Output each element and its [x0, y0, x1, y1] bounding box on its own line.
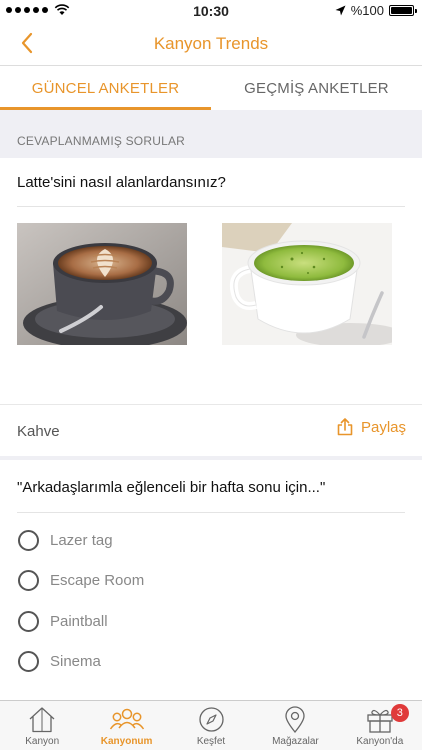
bottom-tab-bar: Kanyon Kanyonum Keşfet Mağazalar 3 Kanyo…: [0, 700, 422, 750]
location-arrow-icon: [335, 5, 346, 16]
radio-button[interactable]: [18, 530, 39, 551]
status-bar: 10:30 %100: [0, 0, 422, 22]
tabbar-label: Keşfet: [196, 736, 226, 747]
radio-button[interactable]: [18, 570, 39, 591]
radio-button[interactable]: [18, 651, 39, 672]
divider: [17, 206, 405, 207]
share-button[interactable]: Paylaş: [337, 418, 406, 436]
latte-art-coffee-image[interactable]: [17, 223, 187, 345]
radio-button[interactable]: [18, 611, 39, 632]
map-pin-icon: [285, 706, 306, 733]
battery-icon: [389, 5, 417, 16]
poll-option[interactable]: Lazer tag: [18, 530, 113, 551]
navigation-bar: Kanyon Trends: [0, 22, 422, 66]
people-icon: [109, 708, 144, 730]
option-label: Sinema: [50, 653, 101, 670]
tabbar-item-kanyonum[interactable]: Kanyonum: [84, 701, 168, 750]
share-icon: [337, 418, 353, 436]
battery-percent: %100: [350, 3, 384, 18]
poll-footer: Kahve Paylaş: [0, 404, 422, 456]
poll-option[interactable]: Escape Room: [18, 570, 144, 591]
compass-icon: [198, 707, 224, 732]
tabbar-item-magazalar[interactable]: Mağazalar: [253, 701, 337, 750]
poll-option[interactable]: Paintball: [18, 611, 108, 632]
section-header: CEVAPLANMAMIŞ SORULAR: [0, 110, 422, 158]
tabbar-item-kanyon[interactable]: Kanyon: [0, 701, 84, 750]
notification-badge: 3: [390, 704, 409, 722]
tabbar-label: Kanyon'da: [356, 736, 404, 747]
tabbar-label: Kanyonum: [100, 736, 153, 747]
poll-category: Kahve: [17, 423, 60, 440]
tabbar-item-kanyonda[interactable]: 3 Kanyon'da: [338, 701, 422, 750]
poll-card-options: "Arkadaşlarımla eğlenceli bir hafta sonu…: [0, 460, 422, 700]
share-label: Paylaş: [360, 418, 406, 436]
tabbar-label: Kanyon: [25, 736, 60, 747]
poll-card-image: Latte'sini nasıl alanlardansınız?: [0, 158, 422, 404]
tabbar-item-kesfet[interactable]: Keşfet: [169, 701, 253, 750]
poll-question: "Arkadaşlarımla eğlenceli bir hafta sonu…: [17, 479, 326, 496]
poll-option[interactable]: Sinema: [18, 651, 101, 672]
option-label: Escape Room: [50, 572, 145, 589]
matcha-latte-image[interactable]: [222, 223, 392, 345]
section-title: CEVAPLANMAMIŞ SORULAR: [17, 134, 186, 148]
option-label: Paintball: [50, 613, 108, 630]
segment-tabs: GÜNCEL ANKETLER GEÇMİŞ ANKETLER: [0, 66, 422, 110]
option-label: Lazer tag: [50, 532, 113, 549]
gift-icon: [367, 709, 393, 733]
tab-current-polls[interactable]: GÜNCEL ANKETLER: [0, 66, 211, 110]
tab-past-polls[interactable]: GEÇMİŞ ANKETLER: [211, 66, 422, 110]
poll-question: Latte'sini nasıl alanlardansınız?: [17, 174, 226, 191]
page-title: Kanyon Trends: [153, 34, 269, 53]
divider: [17, 512, 405, 513]
tabbar-label: Mağazalar: [272, 736, 319, 747]
home-icon: [29, 707, 55, 733]
